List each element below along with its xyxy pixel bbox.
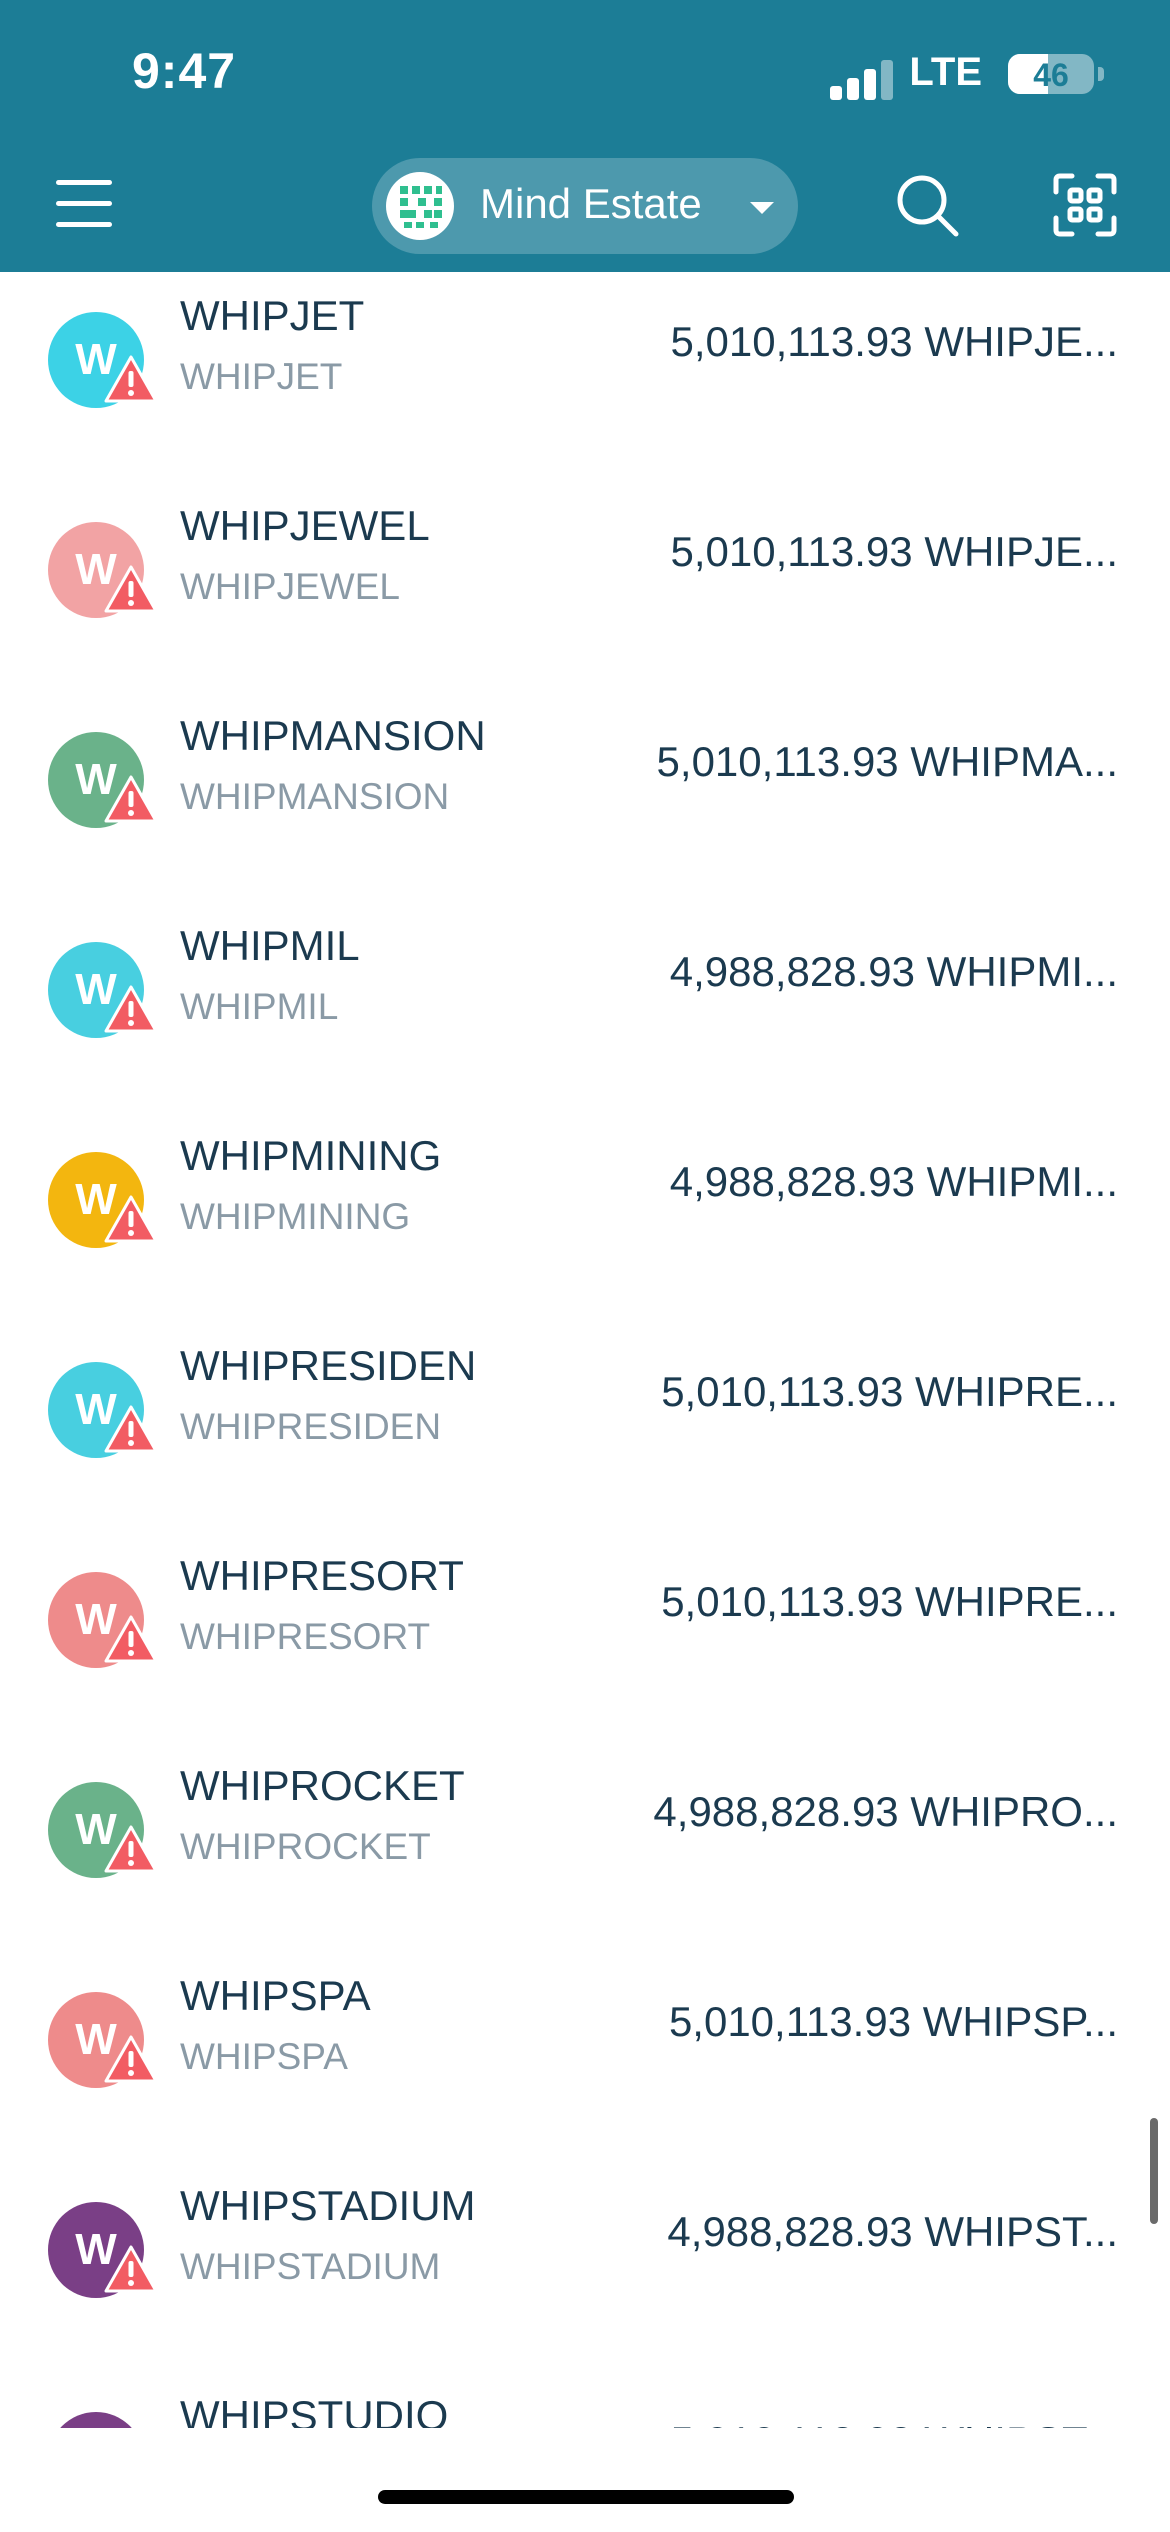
token-row[interactable]: W WHIPJEWEL WHIPJEWEL 5,010,113.93 WHIPJ… xyxy=(0,482,1170,692)
token-name: WHIPJEWEL xyxy=(180,502,430,549)
warning-icon xyxy=(104,2245,158,2293)
warning-icon xyxy=(104,565,158,613)
token-name: WHIPRESIDEN xyxy=(180,1342,477,1389)
status-time: 9:47 xyxy=(132,43,237,99)
token-list[interactable]: W WHIPJET WHIPJET 5,010,113.93 WHIPJE...… xyxy=(0,272,1170,2428)
warning-icon xyxy=(104,775,158,823)
token-name: WHIPRESORT xyxy=(180,1552,464,1599)
warning-icon xyxy=(104,1615,158,1663)
token-balance: 5,010,113.93 WHIPRE... xyxy=(661,1578,1118,1625)
network-type: LTE xyxy=(909,50,982,94)
token-symbol: WHIPMANSION xyxy=(180,776,450,817)
token-symbol: WHIPMINING xyxy=(180,1196,411,1237)
warning-icon xyxy=(104,355,158,403)
token-row[interactable]: W WHIPRESIDEN WHIPRESIDEN 5,010,113.93 W… xyxy=(0,1322,1170,1532)
menu-icon[interactable] xyxy=(56,176,112,232)
account-name: Mind Estate xyxy=(480,180,702,227)
token-name: WHIPSPA xyxy=(180,1972,371,2019)
token-row[interactable]: W WHIPMIL WHIPMIL 4,988,828.93 WHIPMI... xyxy=(0,902,1170,1112)
token-row[interactable]: W WHIPSTADIUM WHIPSTADIUM 4,988,828.93 W… xyxy=(0,2162,1170,2372)
token-symbol: WHIPSPA xyxy=(180,2036,348,2077)
token-row[interactable]: W WHIPMANSION WHIPMANSION 5,010,113.93 W… xyxy=(0,692,1170,902)
token-balance: 4,988,828.93 WHIPMI... xyxy=(669,1158,1118,1205)
token-row[interactable]: W WHIPJET WHIPJET 5,010,113.93 WHIPJE... xyxy=(0,272,1170,482)
token-symbol: WHIPRESIDEN xyxy=(180,1406,442,1447)
token-balance: 5,010,113.93 WHIPRE... xyxy=(661,1368,1118,1415)
token-balance: 5,010,113.93 WHIPST... xyxy=(671,2418,1118,2428)
token-balance: 5,010,113.93 WHIPMA... xyxy=(656,738,1118,785)
token-balance: 5,010,113.93 WHIPSP... xyxy=(668,1998,1118,2045)
token-avatar: W xyxy=(48,2412,144,2428)
top-app-bar: 9:47 LTE 46 Mind Estate xyxy=(0,0,1170,272)
token-name: WHIPROCKET xyxy=(180,1762,465,1809)
token-symbol: WHIPJEWEL xyxy=(180,566,400,607)
token-balance: 4,988,828.93 WHIPRO... xyxy=(653,1788,1118,1835)
token-name: WHIPMANSION xyxy=(180,712,486,759)
battery-percentage: 46 xyxy=(1033,57,1069,93)
token-balance: 5,010,113.93 WHIPJE... xyxy=(670,528,1118,575)
token-name: WHIPMINING xyxy=(180,1132,442,1179)
token-symbol: WHIPRESORT xyxy=(180,1616,431,1657)
token-name: WHIPSTUDIO xyxy=(180,2392,449,2428)
search-icon[interactable] xyxy=(892,170,962,240)
token-balance: 4,988,828.93 WHIPMI... xyxy=(669,948,1118,995)
token-balance: 4,988,828.93 WHIPST... xyxy=(667,2208,1118,2255)
signal-icon xyxy=(830,58,894,100)
account-identicon xyxy=(386,172,454,240)
qr-scan-icon[interactable] xyxy=(1052,172,1118,238)
token-name: WHIPSTADIUM xyxy=(180,2182,476,2229)
chevron-down-icon xyxy=(750,202,774,214)
token-row[interactable]: W WHIPSPA WHIPSPA 5,010,113.93 WHIPSP... xyxy=(0,1952,1170,2162)
token-balance: 5,010,113.93 WHIPJE... xyxy=(670,318,1118,365)
token-row[interactable]: W WHIPRESORT WHIPRESORT 5,010,113.93 WHI… xyxy=(0,1532,1170,1742)
warning-icon xyxy=(104,1825,158,1873)
token-symbol: WHIPJET xyxy=(180,356,343,397)
scrollbar[interactable] xyxy=(1150,2118,1158,2224)
token-name: WHIPJET xyxy=(180,292,365,339)
warning-icon xyxy=(104,1195,158,1243)
status-indicators: LTE 46 xyxy=(794,50,1104,110)
token-symbol: WHIPROCKET xyxy=(180,1826,431,1867)
warning-icon xyxy=(104,2035,158,2083)
account-selector-button[interactable]: Mind Estate xyxy=(372,158,798,254)
battery-icon: 46 xyxy=(1008,54,1104,94)
token-symbol: WHIPSTADIUM xyxy=(180,2246,441,2287)
token-row[interactable]: W WHIPSTUDIO 5,010,113.93 WHIPST... xyxy=(0,2372,1170,2428)
token-symbol: WHIPMIL xyxy=(180,986,339,1027)
token-name: WHIPMIL xyxy=(180,922,360,969)
warning-icon xyxy=(104,985,158,1033)
token-row[interactable]: W WHIPMINING WHIPMINING 4,988,828.93 WHI… xyxy=(0,1112,1170,1322)
home-indicator[interactable] xyxy=(378,2490,794,2504)
token-row[interactable]: W WHIPROCKET WHIPROCKET 4,988,828.93 WHI… xyxy=(0,1742,1170,1952)
warning-icon xyxy=(104,1405,158,1453)
